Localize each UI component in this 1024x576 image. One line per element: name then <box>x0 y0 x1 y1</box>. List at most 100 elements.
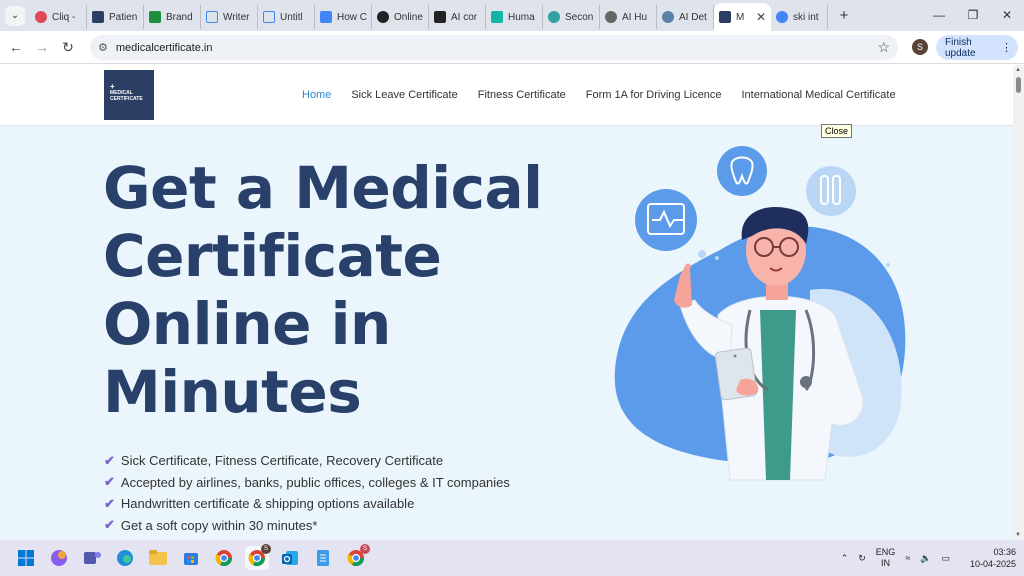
nav-fitness[interactable]: Fitness Certificate <box>478 89 566 101</box>
windows-start-icon[interactable] <box>14 546 38 570</box>
scroll-down-icon[interactable]: ▼ <box>1015 532 1021 538</box>
tab-secon[interactable]: Secon <box>543 5 600 29</box>
untitled-favicon-icon <box>263 11 275 23</box>
writer-favicon-icon <box>206 11 218 23</box>
reload-icon[interactable]: ↻ <box>55 39 81 56</box>
show-hidden-icons-icon[interactable]: ⌃ <box>841 553 849 564</box>
tab-search-chevron-icon[interactable]: ⌄ <box>5 5 25 26</box>
decor-dot <box>698 250 706 258</box>
volume-icon[interactable]: 🔈 <box>920 553 931 564</box>
tab-brand[interactable]: Brand <box>144 5 201 29</box>
page-scrollbar[interactable]: ▲ ▼ <box>1013 65 1024 540</box>
test-tube-bubble <box>806 166 856 216</box>
main-nav: Home Sick Leave Certificate Fitness Cert… <box>302 89 896 101</box>
check-icon: ✔ <box>104 474 115 490</box>
decor-dot <box>715 256 719 260</box>
new-tab-icon[interactable]: + <box>834 7 854 24</box>
feature-text: Accepted by airlines, banks, public offi… <box>120 474 510 490</box>
minimize-icon[interactable]: — <box>922 0 956 31</box>
copilot-icon[interactable] <box>47 546 71 570</box>
tab-ski-int[interactable]: ski int <box>771 5 828 29</box>
chrome-second-profile-icon[interactable]: S <box>344 544 370 570</box>
finish-update-button[interactable]: Finish update ⋮ <box>936 35 1018 60</box>
battery-icon[interactable]: ▭ <box>941 553 950 564</box>
bookmark-star-icon[interactable]: ☆ <box>877 39 890 56</box>
nav-international[interactable]: International Medical Certificate <box>741 89 895 101</box>
ai-hu-favicon-icon <box>605 11 617 23</box>
site-logo[interactable]: + MEDICAL CERTIFICATE <box>104 70 154 120</box>
tab-cliq[interactable]: Cliq - <box>30 5 87 29</box>
nav-sick-leave[interactable]: Sick Leave Certificate <box>351 89 457 101</box>
windows-taskbar: S S ⌃ ↻ ENG IN ≈ 🔈 ▭ 03:36 10-04-2025 <box>0 540 1024 576</box>
profile-avatar[interactable]: S <box>912 39 928 55</box>
profile-badge: S <box>360 544 370 554</box>
feature-item: ✔ Sick Certificate, Fitness Certificate, … <box>104 450 510 472</box>
tab-writer[interactable]: Writer <box>201 5 258 29</box>
nav-form-1a[interactable]: Form 1A for Driving Licence <box>586 89 722 101</box>
docs-favicon-icon <box>320 11 332 23</box>
tooth-icon-bubble <box>717 146 767 196</box>
tab-medical-certificate[interactable]: M ✕ <box>714 3 771 31</box>
forward-icon[interactable]: → <box>29 39 55 55</box>
tab-huma[interactable]: Huma <box>486 5 543 29</box>
tab-label: Untitl <box>280 11 303 23</box>
address-bar[interactable]: ⚙ medicalcertificate.in ☆ <box>90 35 898 60</box>
language-indicator[interactable]: ENG IN <box>876 547 896 569</box>
decor-dot <box>886 263 890 267</box>
stethoscope-chest-piece <box>800 376 812 388</box>
check-icon: ✔ <box>104 495 115 511</box>
restore-icon[interactable]: ❐ <box>956 0 990 31</box>
tab-online[interactable]: Online <box>372 5 429 29</box>
back-icon[interactable]: ← <box>3 39 29 55</box>
tab-label: Brand <box>166 11 193 23</box>
tab-label: How C <box>337 11 368 23</box>
tab-ai-cor[interactable]: AI cor <box>429 5 486 29</box>
tab-patient[interactable]: Patien <box>87 5 144 29</box>
tab-label: M <box>736 11 745 23</box>
close-window-icon[interactable]: ✕ <box>990 0 1024 31</box>
ai-det-favicon-icon <box>662 11 674 23</box>
doctor-shirt <box>760 310 796 480</box>
feature-text: Handwritten certificate & shipping optio… <box>120 496 415 512</box>
close-tab-icon[interactable]: ✕ <box>756 10 766 24</box>
clock-time: 03:36 <box>993 547 1016 557</box>
edge-icon[interactable] <box>113 546 137 570</box>
tab-ai-det[interactable]: AI Det <box>657 5 714 29</box>
w-favicon-icon <box>434 11 446 23</box>
notepad-icon[interactable] <box>311 546 335 570</box>
wifi-icon[interactable]: ≈ <box>905 553 910 563</box>
chrome-profile-icon[interactable]: S <box>245 544 271 570</box>
teams-icon[interactable] <box>80 546 104 570</box>
file-explorer-icon[interactable] <box>146 546 170 570</box>
microsoft-store-icon[interactable] <box>179 546 203 570</box>
tab-how[interactable]: How C <box>315 5 372 29</box>
tab-label: Patien <box>109 11 138 23</box>
tab-untitled[interactable]: Untitl <box>258 5 315 29</box>
more-menu-icon[interactable]: ⋮ <box>1001 41 1012 54</box>
site-info-icon[interactable]: ⚙ <box>98 41 108 54</box>
huma-favicon-icon <box>491 11 503 23</box>
taskbar-apps: S S <box>14 544 370 570</box>
scroll-thumb[interactable] <box>1016 77 1021 93</box>
scroll-up-icon[interactable]: ▲ <box>1015 67 1021 73</box>
lang-line2: IN <box>881 558 891 568</box>
tab-strip: ⌄ Cliq - Patien Brand Writer Untitl How … <box>0 0 1024 31</box>
nav-home[interactable]: Home <box>302 89 331 101</box>
url-text: medicalcertificate.in <box>115 41 213 54</box>
tab-ai-hu[interactable]: AI Hu <box>600 5 657 29</box>
finish-update-label: Finish update <box>945 36 976 59</box>
outlook-icon[interactable] <box>278 546 302 570</box>
check-icon: ✔ <box>104 452 115 468</box>
chrome-icon[interactable] <box>212 546 236 570</box>
sync-icon[interactable]: ↻ <box>858 553 866 564</box>
plus-favicon-icon <box>548 11 560 23</box>
tab-label: Cliq - <box>52 11 76 23</box>
check-icon: ✔ <box>104 517 115 533</box>
tab-label: Online <box>394 11 423 23</box>
feature-item: ✔ Accepted by airlines, banks, public off… <box>104 472 510 494</box>
google-favicon-icon <box>776 11 788 23</box>
profile-badge: S <box>261 544 271 554</box>
close-tooltip: Close <box>821 124 853 138</box>
patient-favicon-icon <box>92 11 104 23</box>
clock[interactable]: 03:36 10-04-2025 <box>960 546 1016 570</box>
